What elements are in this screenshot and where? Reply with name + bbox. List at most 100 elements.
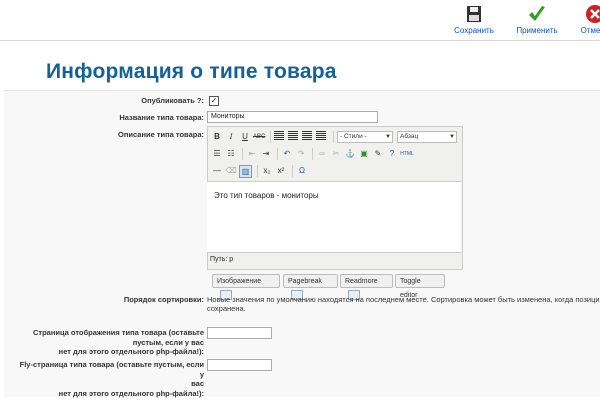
readmore-label: Readmore (345, 278, 378, 285)
toggle-editor-button[interactable]: Toggle editor (395, 274, 445, 299)
display-page-label-line3: нет для этого отдельного php-файла!): (58, 347, 204, 356)
floppy-disk-icon (467, 6, 481, 22)
chevron-down-icon: ▼ (385, 134, 391, 140)
align-center-button[interactable] (288, 131, 300, 143)
apply-button[interactable]: Применить (508, 4, 566, 35)
sort-order-note: Новые значения по умолчанию находятся на… (207, 295, 600, 304)
name-label: Название типа товара: (119, 113, 204, 122)
unlink-icon: ✂ (332, 149, 340, 158)
redo-icon: ↷ (297, 149, 305, 158)
visual-aid-icon: ▥ (241, 166, 250, 176)
insert-image-label: Изображение (217, 278, 262, 285)
html-icon: HTML (400, 151, 414, 157)
numbered-list-icon: ☷ (227, 149, 235, 158)
outdent-icon: ⇤ (248, 149, 256, 158)
align-center-icon (288, 131, 298, 140)
underline-button[interactable]: U (239, 131, 251, 143)
visual-aid-button[interactable]: ▥ (239, 164, 252, 178)
link-button[interactable]: ∞ (316, 148, 328, 160)
fly-page-label-line3: нет для этого отдельного php-файла!): (58, 388, 204, 398)
align-left-button[interactable] (274, 131, 286, 143)
special-char-button[interactable]: Ω (296, 165, 308, 177)
broom-icon: ✎ (374, 149, 382, 158)
styles-select-value: - Стили - (340, 133, 367, 140)
sort-order-note-line2: сохранена. (207, 304, 246, 313)
indent-button[interactable]: ⇥ (260, 148, 272, 160)
chevron-down-icon: ▼ (449, 134, 455, 140)
separator (242, 148, 243, 160)
insert-image-button[interactable]: Изображение (212, 274, 280, 301)
display-page-input[interactable] (207, 327, 272, 339)
indent-icon: ⇥ (262, 149, 270, 158)
remove-format-button[interactable]: ⌫ (225, 165, 237, 177)
eraser-icon: ⌫ (225, 166, 237, 175)
subscript-button[interactable]: x₂ (261, 165, 273, 177)
html-source-button[interactable]: HTML (400, 148, 414, 160)
format-select-value: Абзац (400, 133, 419, 140)
image-icon: ▣ (360, 149, 368, 158)
undo-button[interactable]: ↶ (281, 148, 293, 160)
undo-icon: ↶ (283, 149, 291, 158)
align-right-button[interactable] (302, 131, 314, 143)
checkmark-icon (529, 6, 545, 21)
align-left-icon (274, 131, 284, 140)
help-icon: ? (389, 149, 395, 158)
italic-button[interactable]: I (225, 131, 237, 143)
strikethrough-button[interactable]: ABC (253, 131, 265, 143)
published-label: Опубликовать ?: (141, 96, 204, 105)
save-button[interactable]: Сохранить (445, 4, 503, 35)
separator (277, 148, 278, 160)
description-label: Описание типа товара: (118, 130, 204, 139)
image-button[interactable]: ▣ (358, 148, 370, 160)
fly-page-label-line2: вас (191, 379, 204, 388)
outdent-button[interactable]: ⇤ (246, 148, 258, 160)
format-select[interactable]: Абзац ▼ (397, 131, 457, 143)
separator (257, 165, 258, 177)
bold-button[interactable]: B (211, 131, 223, 143)
unlink-button[interactable]: ✂ (330, 148, 342, 160)
readmore-button[interactable]: Readmore (340, 274, 393, 301)
editor-content-area[interactable]: Это тип товаров - мониторы (207, 181, 461, 253)
display-page-label: Страница отображения типа товара (оставь… (14, 328, 204, 357)
anchor-icon: ⚓ (345, 149, 355, 158)
align-justify-button[interactable] (316, 131, 328, 143)
sort-order-label: Порядок сортировки: (123, 295, 204, 304)
omega-icon: Ω (299, 166, 305, 175)
subscript-icon: x₂ (263, 166, 271, 175)
toolbar: Сохранить Применить Отмена (0, 0, 600, 41)
redo-button[interactable]: ↷ (295, 148, 307, 160)
pagebreak-button[interactable]: Pagebreak (283, 274, 338, 301)
styles-select[interactable]: - Стили - ▼ (337, 131, 393, 143)
pagebreak-label: Pagebreak (288, 278, 322, 285)
fly-page-input[interactable] (207, 359, 272, 371)
separator (333, 131, 334, 143)
editor-content-text: Это тип товаров - мониторы (214, 191, 319, 200)
page-title: Информация о типе товара (46, 60, 337, 83)
align-right-icon (302, 131, 312, 140)
bullet-list-icon: ☰ (213, 149, 221, 158)
cleanup-button[interactable]: ✎ (372, 148, 384, 160)
apply-label: Применить (516, 26, 558, 35)
help-button[interactable]: ? (386, 148, 398, 160)
fly-page-label-line1: Fly-страница типа товара (оставьте пусты… (19, 360, 204, 379)
align-justify-icon (316, 131, 326, 140)
horizontal-rule-button[interactable]: — (211, 165, 223, 177)
numbered-list-button[interactable]: ☷ (225, 148, 237, 160)
anchor-button[interactable]: ⚓ (344, 148, 356, 160)
superscript-button[interactable]: x² (275, 165, 287, 177)
fly-page-label: Fly-страница типа товара (оставьте пусты… (14, 360, 204, 398)
cancel-button[interactable]: Отмена (566, 4, 600, 35)
published-checkbox[interactable]: ✓ (209, 96, 219, 106)
separator (292, 165, 293, 177)
editor-toolbar-row-1: B I U ABC - Стили - ▼ Абзац ▼ (211, 130, 457, 144)
save-label: Сохранить (454, 26, 494, 35)
display-page-label-line2: пустым, если у вас (132, 337, 204, 347)
cancel-circle-icon (586, 5, 600, 23)
separator (312, 148, 313, 160)
cancel-label: Отмена (580, 26, 600, 35)
link-icon: ∞ (319, 149, 325, 158)
separator (270, 131, 271, 143)
name-input[interactable]: Мониторы (207, 111, 378, 123)
editor-toolbar-row-3: — ⌫ ▥ x₂ x² Ω (211, 164, 310, 178)
bullet-list-button[interactable]: ☰ (211, 148, 223, 160)
